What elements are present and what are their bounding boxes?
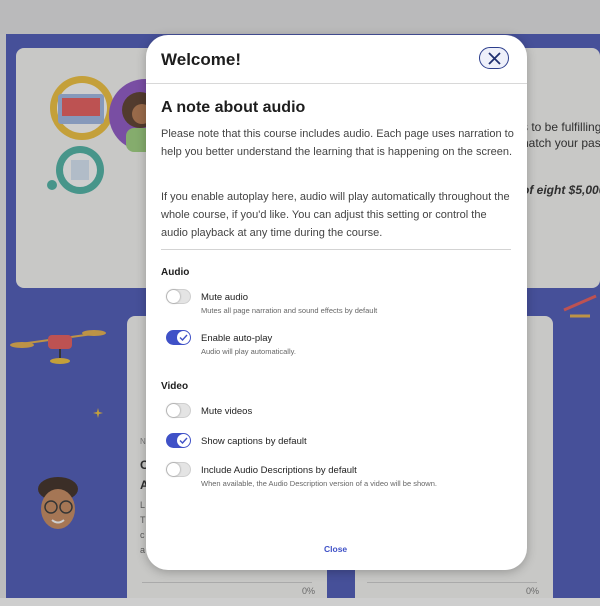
- mute-audio-label: Mute audio: [201, 292, 249, 303]
- video-section-title: Video: [161, 381, 189, 392]
- close-button[interactable]: Close: [324, 544, 347, 554]
- toggle-knob: [167, 463, 180, 476]
- audio-descriptions-description: When available, the Audio Description ve…: [201, 479, 437, 488]
- mute-audio-description: Mutes all page narration and sound effec…: [201, 306, 378, 315]
- audio-section-title: Audio: [161, 267, 190, 278]
- mute-videos-label: Mute videos: [201, 406, 253, 417]
- mute-audio-toggle[interactable]: [166, 289, 191, 304]
- toggle-knob: [167, 290, 180, 303]
- audio-descriptions-label: Include Audio Descriptions by default: [201, 465, 357, 476]
- enable-autoplay-label: Enable auto-play: [201, 333, 273, 344]
- toggle-knob: [167, 404, 180, 417]
- show-captions-toggle[interactable]: [166, 433, 191, 448]
- dialog-header: Welcome!: [146, 35, 527, 84]
- welcome-dialog: Welcome! A note about audio Please note …: [146, 35, 527, 570]
- audio-descriptions-toggle[interactable]: [166, 462, 191, 477]
- audio-note-heading: A note about audio: [161, 99, 306, 116]
- enable-autoplay-description: Audio will play automatically.: [201, 347, 296, 356]
- intro-paragraph: Please note that this course includes au…: [161, 128, 514, 158]
- mute-videos-toggle[interactable]: [166, 403, 191, 418]
- toggle-knob: [177, 434, 190, 447]
- checkmark-icon: [179, 437, 188, 444]
- course-page: s to be fulfilling natch your pas of eig…: [0, 0, 600, 606]
- section-divider: [161, 249, 511, 250]
- enable-autoplay-toggle[interactable]: [166, 330, 191, 345]
- dialog-title: Welcome!: [161, 50, 241, 69]
- close-icon: [488, 52, 501, 65]
- checkmark-icon: [179, 334, 188, 341]
- show-captions-label: Show captions by default: [201, 436, 307, 447]
- autoplay-paragraph: If you enable autoplay here, audio will …: [161, 191, 510, 239]
- toggle-knob: [177, 331, 190, 344]
- close-dialog-button[interactable]: [479, 47, 509, 69]
